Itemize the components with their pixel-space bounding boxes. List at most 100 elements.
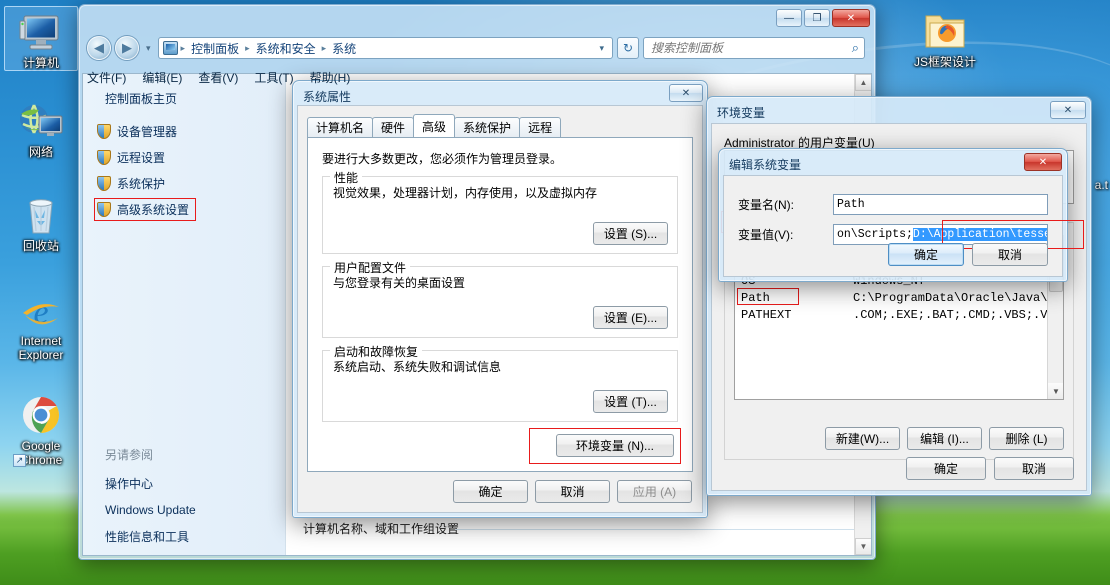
computer-name-section-label: 计算机名称、域和工作组设置 xyxy=(303,522,871,536)
sidebar-item-device-manager[interactable]: 设备管理器 xyxy=(97,123,275,140)
menu-view[interactable]: 查看(V) xyxy=(198,69,238,86)
dialog-title: 系统属性 xyxy=(303,90,352,104)
forward-button[interactable]: ▶ xyxy=(115,36,139,60)
dialog-footer-buttons: 确定 取消 xyxy=(906,457,1074,480)
tab-hardware[interactable]: 硬件 xyxy=(372,117,415,137)
scroll-down-icon[interactable]: ▼ xyxy=(855,538,871,555)
menu-tools[interactable]: 工具(T) xyxy=(254,69,293,86)
dialog-title: 编辑系统变量 xyxy=(729,158,802,172)
see-also-list: 操作中心 Windows Update 性能信息和工具 xyxy=(105,464,196,545)
search-input[interactable] xyxy=(649,40,852,56)
menu-help[interactable]: 帮助(H) xyxy=(310,69,351,86)
close-button[interactable]: ✕ xyxy=(669,84,703,102)
see-also-action-center[interactable]: 操作中心 xyxy=(105,475,196,492)
desktop-icon-partial-label: a.t xyxy=(1094,178,1108,192)
sidebar-item-advanced-system-settings[interactable]: 高级系统设置 xyxy=(93,198,197,221)
minimize-button[interactable]: — xyxy=(776,9,802,27)
system-properties-dialog: 系统属性 ✕ 计算机名 硬件 高级 系统保护 远程 要进行大多数更改，您必须作为… xyxy=(292,80,708,518)
sidebar-item-label: 设备管理器 xyxy=(117,125,178,139)
row-variable: Path xyxy=(741,290,770,305)
tab-computer-name[interactable]: 计算机名 xyxy=(307,117,374,137)
startup-recovery-group: 启动和故障恢复 系统启动、系统失败和调试信息 设置 (T)... xyxy=(322,343,678,422)
group-description: 视觉效果，处理器计划，内存使用，以及虚拟内存 xyxy=(333,186,598,200)
sidebar-item-system-protection[interactable]: 系统保护 xyxy=(97,175,275,192)
variable-name-input[interactable]: Path xyxy=(833,194,1048,215)
desktop-icon-computer[interactable]: 计算机 xyxy=(4,6,78,71)
maximize-button[interactable]: ❐ xyxy=(804,9,830,27)
control-panel-icon xyxy=(162,41,178,55)
system-properties-content: 计算机名 硬件 高级 系统保护 远程 要进行大多数更改，您必须作为管理员登录。 … xyxy=(297,105,703,513)
apply-button[interactable]: 应用 (A) xyxy=(617,480,692,503)
performance-settings-button[interactable]: 设置 (S)... xyxy=(593,222,668,245)
user-profiles-group: 用户配置文件 与您登录有关的桌面设置 设置 (E)... xyxy=(322,259,678,338)
group-description: 系统启动、系统失败和调试信息 xyxy=(333,360,502,374)
desktop-icon-network[interactable]: 网络 xyxy=(4,96,78,159)
refresh-button[interactable]: ↻ xyxy=(617,37,639,59)
taskbar-item-webstorm[interactable]: WS ↗ xyxy=(22,551,62,585)
see-also-windows-update[interactable]: Windows Update xyxy=(105,503,196,517)
desktop-icon-label: 网络 xyxy=(28,145,53,159)
new-variable-button[interactable]: 新建(W)... xyxy=(825,427,900,450)
svg-text:e: e xyxy=(33,294,48,331)
search-icon: ⌕ xyxy=(851,40,859,55)
tab-remote[interactable]: 远程 xyxy=(519,117,562,137)
shield-icon xyxy=(97,202,111,217)
desktop-icon-google-chrome[interactable]: ↗ Google Chrome xyxy=(4,390,78,467)
internet-explorer-icon: e xyxy=(4,285,78,331)
user-profiles-settings-button[interactable]: 设置 (E)... xyxy=(593,306,668,329)
breadcrumb-separator: ▸ xyxy=(180,42,186,53)
search-box[interactable]: ⌕ xyxy=(643,37,865,59)
shortcut-overlay-icon: ↗ xyxy=(13,454,26,467)
tab-system-protection[interactable]: 系统保护 xyxy=(454,117,521,137)
ok-button[interactable]: 确定 xyxy=(888,243,964,266)
variable-name-label: 变量名(N): xyxy=(738,198,794,212)
environment-variables-button[interactable]: 环境变量 (N)... xyxy=(556,434,674,457)
close-button[interactable]: ✕ xyxy=(832,9,870,27)
table-row[interactable]: PATHEXT .COM;.EXE;.BAT;.CMD;.VBS;.VBE; xyxy=(735,306,1063,323)
watermark-text: http://blog.csdn.net/kiramario xyxy=(841,545,1104,564)
svg-text:WS: WS xyxy=(31,559,52,574)
chrome-icon: ↗ xyxy=(4,390,78,467)
close-button[interactable]: ✕ xyxy=(1050,101,1086,119)
scroll-down-icon[interactable]: ▼ xyxy=(1048,383,1063,399)
menu-bar: 文件(F) 编辑(E) 查看(V) 工具(T) 帮助(H) xyxy=(87,69,350,86)
breadcrumb-item-1[interactable]: 控制面板 xyxy=(188,39,242,58)
edit-variable-button[interactable]: 编辑 (I)... xyxy=(907,427,982,450)
close-button[interactable]: ✕ xyxy=(1024,153,1062,171)
network-icon xyxy=(4,96,78,142)
variable-value-label: 变量值(V): xyxy=(738,228,794,242)
variable-value-input[interactable]: on\Scripts;D:\Application\tesseract xyxy=(833,224,1048,245)
menu-edit[interactable]: 编辑(E) xyxy=(142,69,182,86)
address-dropdown-icon[interactable]: ▾ xyxy=(595,43,608,54)
breadcrumb-item-2[interactable]: 系统和安全 xyxy=(253,39,319,58)
sidebar-item-home[interactable]: 控制面板主页 xyxy=(105,90,275,107)
desktop-icon-js-folder[interactable]: JS框架设计 xyxy=(908,6,982,69)
scroll-up-icon[interactable]: ▲ xyxy=(855,74,871,91)
address-bar[interactable]: ▸ 控制面板 ▸ 系统和安全 ▸ 系统 ▾ xyxy=(157,37,613,59)
tab-advanced[interactable]: 高级 xyxy=(413,114,456,137)
ok-button[interactable]: 确定 xyxy=(453,480,528,503)
sidebar-item-remote-settings[interactable]: 远程设置 xyxy=(97,149,275,166)
breadcrumb-item-3[interactable]: 系统 xyxy=(329,39,359,58)
ok-button[interactable]: 确定 xyxy=(906,457,986,480)
cancel-button[interactable]: 取消 xyxy=(535,480,610,503)
table-row[interactable]: Path C:\ProgramData\Oracle\Java\java... xyxy=(735,288,1063,306)
back-button[interactable]: ◀ xyxy=(87,36,111,60)
delete-variable-button[interactable]: 删除 (L) xyxy=(989,427,1064,450)
variable-value-prefix: on\Scripts; xyxy=(837,228,913,241)
recycle-bin-icon xyxy=(4,190,78,236)
variable-value-selection: D:\Application\tesseract xyxy=(912,228,1047,241)
navigation-bar: ◀ ▶ ▾ ▸ 控制面板 ▸ 系统和安全 ▸ 系统 ▾ ↻ ⌕ xyxy=(87,35,865,61)
cancel-button[interactable]: 取消 xyxy=(972,243,1048,266)
see-also-performance-info[interactable]: 性能信息和工具 xyxy=(105,528,196,545)
shortcut-overlay-icon: ↗ xyxy=(22,571,35,584)
desktop-icon-internet-explorer[interactable]: e Internet Explorer xyxy=(4,285,78,362)
recent-pages-dropdown-icon[interactable]: ▾ xyxy=(143,43,154,54)
shield-icon xyxy=(97,124,111,139)
menu-file[interactable]: 文件(F) xyxy=(87,69,126,86)
cancel-button[interactable]: 取消 xyxy=(994,457,1074,480)
shield-icon xyxy=(97,176,111,191)
desktop-icon-recycle-bin[interactable]: 回收站 xyxy=(4,190,78,253)
breadcrumb-separator: ▸ xyxy=(245,42,250,53)
startup-recovery-settings-button[interactable]: 设置 (T)... xyxy=(593,390,668,413)
